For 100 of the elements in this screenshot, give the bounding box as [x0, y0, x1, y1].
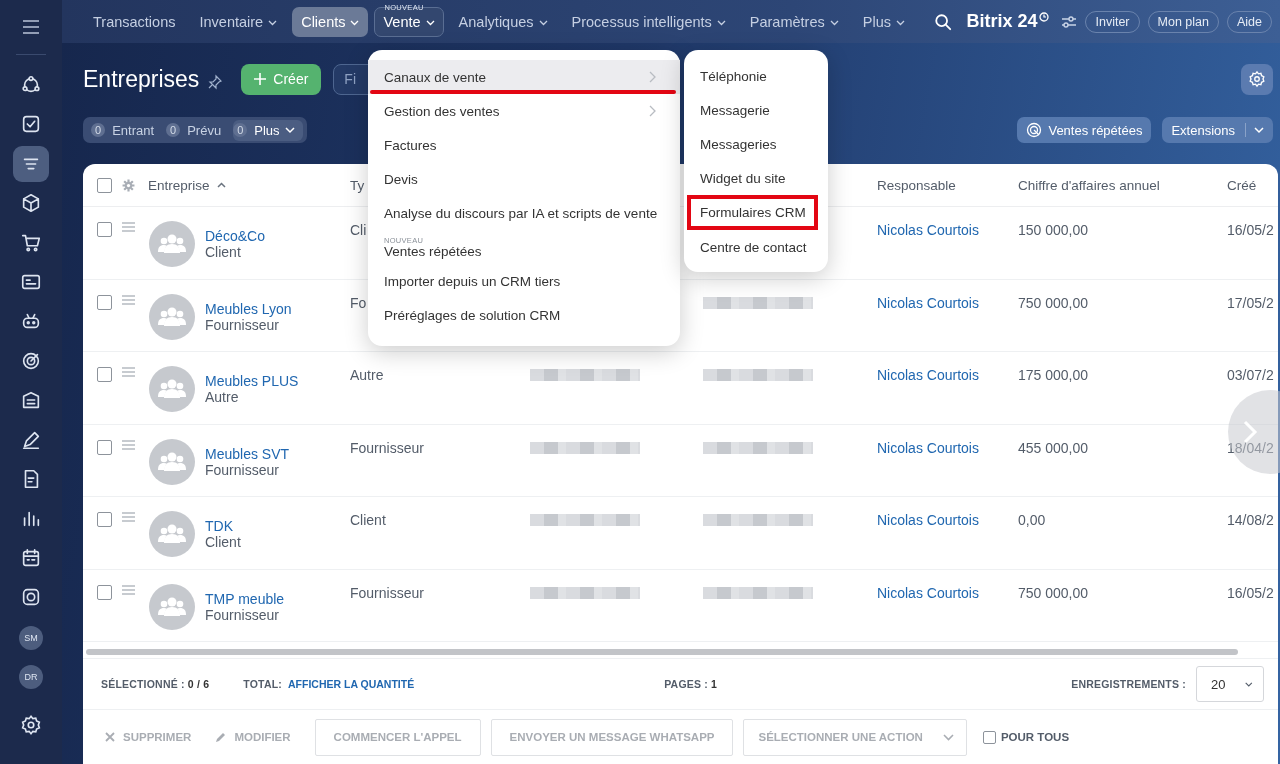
- records-select[interactable]: 20: [1196, 666, 1264, 702]
- company-link[interactable]: Meubles SVT: [205, 445, 290, 462]
- table-cell: 150 000,00: [1018, 222, 1089, 238]
- checkbox[interactable]: [97, 177, 112, 193]
- repeat-sales-button[interactable]: Ventes répétées: [1017, 117, 1152, 143]
- checkbox[interactable]: [97, 222, 112, 237]
- drag-handle-icon[interactable]: [122, 512, 135, 522]
- sidebar-item[interactable]: [13, 145, 49, 182]
- table-cell: 750 000,00: [1018, 294, 1089, 311]
- menu-item[interactable]: Widget du site: [684, 161, 828, 195]
- nav-tab[interactable]: Paramètres: [740, 6, 848, 37]
- counter-filter[interactable]: 0 Prévu: [166, 122, 222, 138]
- drag-handle-icon[interactable]: [122, 439, 135, 450]
- company-avatar-icon: [149, 438, 195, 485]
- sliders-icon[interactable]: [1061, 14, 1078, 29]
- table-cell: Fournisseur: [350, 439, 424, 456]
- menu-item[interactable]: Préréglages de solution CRM: [368, 298, 680, 332]
- company-avatar-icon: [149, 293, 195, 340]
- checkbox[interactable]: [97, 584, 112, 600]
- column-header[interactable]: Ty: [350, 177, 365, 193]
- pencil-icon: [215, 731, 227, 743]
- responsible-link[interactable]: Nicolas Courtois: [877, 512, 979, 528]
- table-cell: 750 000,00: [1018, 584, 1089, 601]
- checkbox[interactable]: [97, 439, 112, 455]
- checkbox-label: POUR TOUS: [1000, 731, 1070, 743]
- responsible-link[interactable]: Nicolas Courtois: [877, 294, 979, 311]
- checkbox[interactable]: [982, 730, 996, 744]
- menu-item[interactable]: Formulaires CRM: [687, 195, 818, 230]
- nav-tab[interactable]: Plus: [853, 6, 914, 37]
- plus-icon: [254, 73, 267, 85]
- menu-item[interactable]: Analyse du discours par IA et scripts de vente: [368, 196, 680, 230]
- extensions-button[interactable]: Extensions: [1162, 117, 1273, 143]
- drag-handle-icon[interactable]: [122, 367, 135, 377]
- company-link[interactable]: Meubles Lyon: [205, 300, 292, 317]
- count-badge: 0: [91, 123, 106, 137]
- selected-count: SÉLECTIONNÉ : 0 / 6: [101, 678, 210, 690]
- settings-button[interactable]: [1241, 63, 1273, 95]
- pages-info: PAGES : 1: [664, 678, 718, 690]
- avatar[interactable]: DR: [19, 665, 43, 690]
- counter-filter[interactable]: 0 Plus: [233, 119, 303, 141]
- column-header[interactable]: Responsable: [877, 177, 956, 193]
- responsible-link[interactable]: Nicolas Courtois: [877, 439, 979, 456]
- menu-item[interactable]: Devis: [368, 162, 680, 196]
- company-type: Autre: [205, 389, 240, 405]
- menu-item[interactable]: Téléphonie: [684, 59, 828, 93]
- chevron-down-icon: [716, 19, 726, 26]
- menu-item[interactable]: Importer depuis un CRM tiers: [368, 264, 680, 298]
- column-header[interactable]: Chiffre d'affaires annuel: [1018, 177, 1160, 193]
- chevron-down-icon: [350, 19, 360, 26]
- nav-tab[interactable]: Processus intelligents: [562, 6, 735, 37]
- menu-item[interactable]: Canaux de vente: [368, 60, 680, 94]
- show-quantity-link[interactable]: AFFICHER LA QUANTITÉ: [288, 678, 415, 690]
- drag-handle-icon[interactable]: [122, 584, 135, 595]
- column-header[interactable]: Créé: [1227, 177, 1257, 193]
- count-badge: 0: [166, 123, 181, 137]
- logo: Bitrix 24: [966, 11, 1038, 32]
- table-cell: 455 000,00: [1018, 439, 1089, 456]
- checkbox[interactable]: [97, 367, 112, 382]
- avatar[interactable]: SM: [19, 626, 43, 651]
- nav-tab[interactable]: Clients: [292, 6, 369, 37]
- checkbox[interactable]: [97, 294, 112, 310]
- company-link[interactable]: Meubles PLUS: [205, 373, 299, 389]
- menu-item[interactable]: Messageries: [684, 127, 828, 161]
- company-link[interactable]: Déco&Co: [205, 228, 265, 244]
- sort-up-icon: [216, 182, 226, 188]
- chevron-right-icon: [649, 71, 656, 83]
- responsible-link[interactable]: Nicolas Courtois: [877, 367, 979, 383]
- table-cell: 14/08/2: [1227, 512, 1274, 528]
- nav-tab[interactable]: Analytiques: [449, 6, 557, 37]
- menu-item[interactable]: Centre de contact: [684, 230, 828, 264]
- chevron-down-icon: [284, 126, 295, 134]
- calendar-icon: [20, 546, 42, 569]
- responsible-link[interactable]: Nicolas Courtois: [877, 222, 979, 238]
- responsible-link[interactable]: Nicolas Courtois: [877, 584, 979, 601]
- nav-tab[interactable]: Inventaire: [190, 6, 287, 37]
- chevron-down-icon: [1254, 126, 1264, 134]
- chevron-down-icon: [538, 19, 548, 26]
- search-icon[interactable]: [934, 12, 953, 31]
- company-link[interactable]: TDK: [205, 518, 241, 534]
- menu-item[interactable]: Messagerie: [684, 93, 828, 127]
- table-cell: 0,00: [1018, 512, 1046, 528]
- menu-item[interactable]: Gestion des ventes: [368, 94, 680, 128]
- drag-handle-icon[interactable]: [122, 294, 135, 305]
- company-link[interactable]: TMP meuble: [205, 590, 285, 607]
- pin-icon[interactable]: [207, 74, 224, 90]
- column-header[interactable]: Entreprise: [148, 177, 226, 193]
- drag-handle-icon[interactable]: [122, 222, 135, 232]
- table-cell: Cli: [350, 222, 367, 238]
- checkbox[interactable]: [97, 512, 112, 527]
- chevron-down-icon: [942, 733, 954, 741]
- company-type: Client: [205, 244, 242, 260]
- menu-item[interactable]: Factures: [368, 128, 680, 162]
- scrollbar[interactable]: [86, 649, 1238, 655]
- company-type: Fournisseur: [205, 606, 280, 623]
- chevron-down-icon: [829, 19, 839, 26]
- company-type: Fournisseur: [205, 461, 280, 478]
- company-avatar-icon: [149, 583, 195, 630]
- clock-icon: [1039, 11, 1050, 22]
- counter-filter[interactable]: 0 Entrant: [91, 122, 155, 138]
- nav-tab[interactable]: Transactions: [84, 6, 185, 37]
